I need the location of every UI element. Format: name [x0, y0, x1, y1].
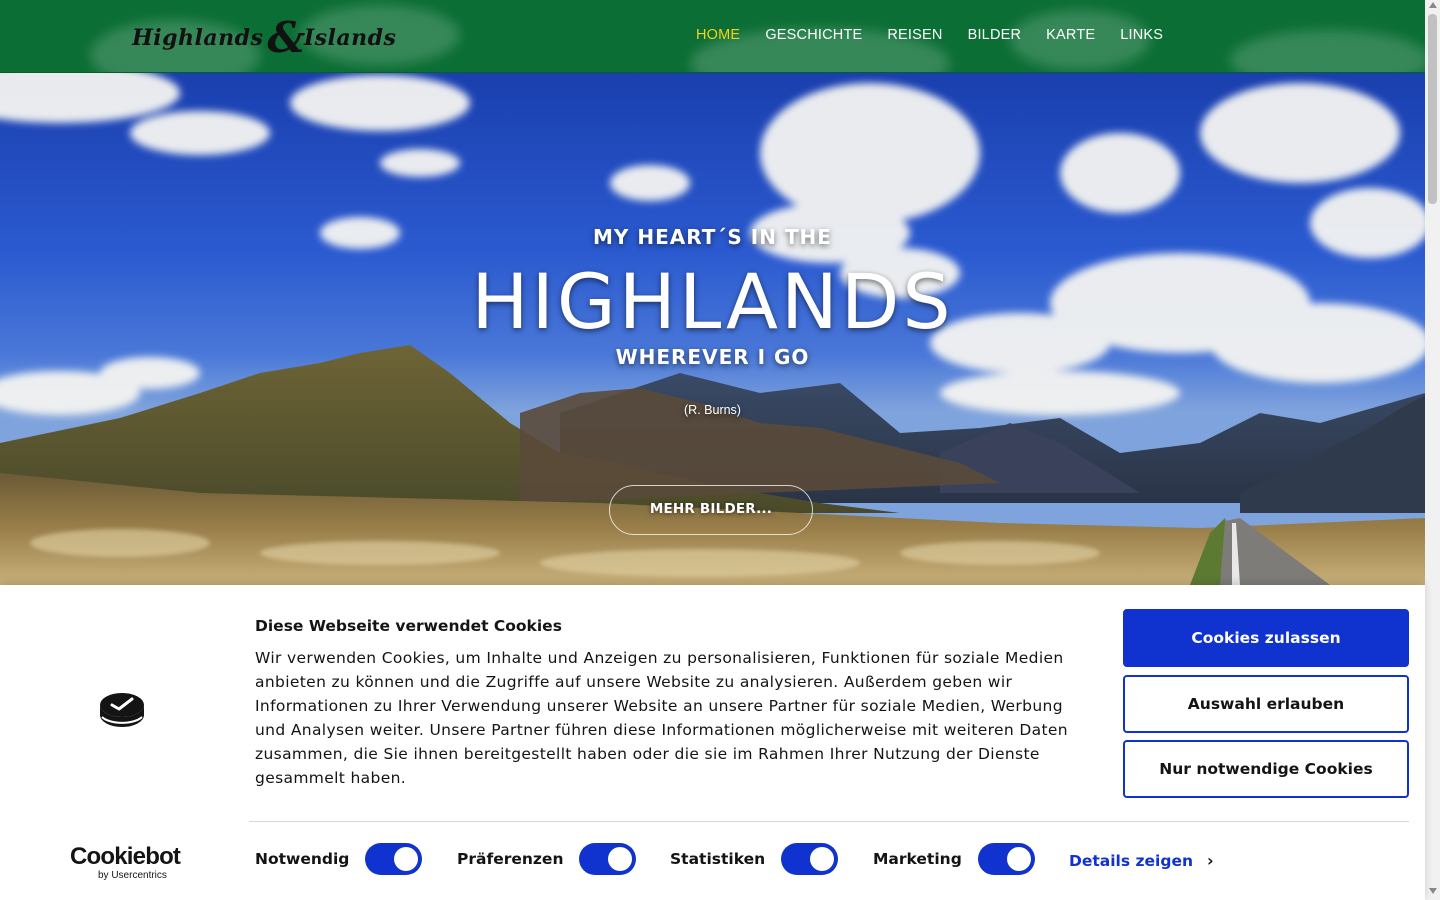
chevron-right-icon: › [1207, 851, 1214, 870]
hero-title: HIGHLANDS [471, 257, 954, 346]
necessary-cookies-only-button[interactable]: Nur notwendige Cookies [1123, 740, 1409, 798]
hero-section: MY HEART´S IN THE HIGHLANDS WHEREVER I G… [0, 73, 1425, 585]
hero-subtitle-bottom: WHEREVER I GO [615, 345, 810, 369]
toggle-statistics-label: Statistiken [670, 850, 766, 868]
toggle-necessary-switch[interactable] [365, 843, 423, 875]
nav-links[interactable]: LINKS [1120, 27, 1163, 43]
cookiebot-logo-name: Cookiebot [70, 843, 181, 870]
allow-all-cookies-button[interactable]: Cookies zulassen [1123, 609, 1409, 667]
cookiebot-logo-byline: by Usercentrics [98, 870, 167, 881]
toggle-statistics-group: Statistiken [670, 843, 839, 875]
toggle-necessary-label: Notwendig [255, 850, 350, 868]
cookiebot-logo[interactable]: Cookiebot by Usercentrics [70, 843, 181, 882]
hero-subtitle-top: MY HEART´S IN THE [593, 225, 832, 249]
toggle-preferences-group: Präferenzen [457, 843, 637, 875]
cookie-banner-divider [249, 821, 1409, 822]
more-pictures-button[interactable]: MEHR BILDER... [609, 485, 813, 535]
toggle-marketing-label: Marketing [873, 850, 962, 868]
scroll-up-arrow-icon[interactable] [1429, 2, 1437, 8]
logo-ampersand: & [267, 13, 306, 62]
cookie-banner-title: Diese Webseite verwendet Cookies [255, 617, 562, 635]
cookie-banner-text: Wir verwenden Cookies, um Inhalte und An… [255, 649, 1068, 787]
nav-karte[interactable]: KARTE [1046, 27, 1095, 43]
toggle-knob [1006, 847, 1031, 871]
toggle-necessary-group: Notwendig [255, 843, 423, 875]
logo-word-highlands: Highlands [132, 25, 264, 51]
nav-geschichte[interactable]: GESCHICHTE [765, 27, 862, 43]
hero-quote-credit: (R. Burns) [684, 403, 741, 417]
toggle-preferences-switch[interactable] [579, 843, 637, 875]
allow-selection-button[interactable]: Auswahl erlauben [1123, 675, 1409, 733]
cookie-icon [100, 693, 144, 727]
main-nav: HOME GESCHICHTE REISEN BILDER KARTE LINK… [696, 27, 1188, 43]
site-header: Highlands & Islands HOME GESCHICHTE REIS… [0, 0, 1425, 73]
cookie-consent-banner: Diese Webseite verwendet Cookies Wir ver… [0, 585, 1425, 900]
nav-bilder[interactable]: BILDER [968, 27, 1022, 43]
toggle-preferences-label: Präferenzen [457, 850, 564, 868]
toggle-knob [810, 847, 835, 871]
nav-home[interactable]: HOME [696, 27, 740, 43]
toggle-knob [394, 847, 419, 871]
nav-reisen[interactable]: REISEN [887, 27, 942, 43]
logo-word-islands: Islands [303, 25, 397, 51]
toggle-knob [608, 847, 633, 871]
scrollbar-thumb[interactable] [1428, 14, 1437, 204]
show-details-link[interactable]: Details zeigen › [1069, 851, 1214, 870]
toggle-statistics-switch[interactable] [781, 843, 839, 875]
show-details-label: Details zeigen [1069, 852, 1193, 870]
toggle-marketing-switch[interactable] [977, 843, 1035, 875]
toggle-marketing-group: Marketing [873, 843, 1035, 875]
page-scrollbar[interactable] [1425, 0, 1440, 900]
site-logo[interactable]: Highlands & Islands [132, 16, 396, 60]
scroll-down-arrow-icon[interactable] [1429, 888, 1437, 894]
